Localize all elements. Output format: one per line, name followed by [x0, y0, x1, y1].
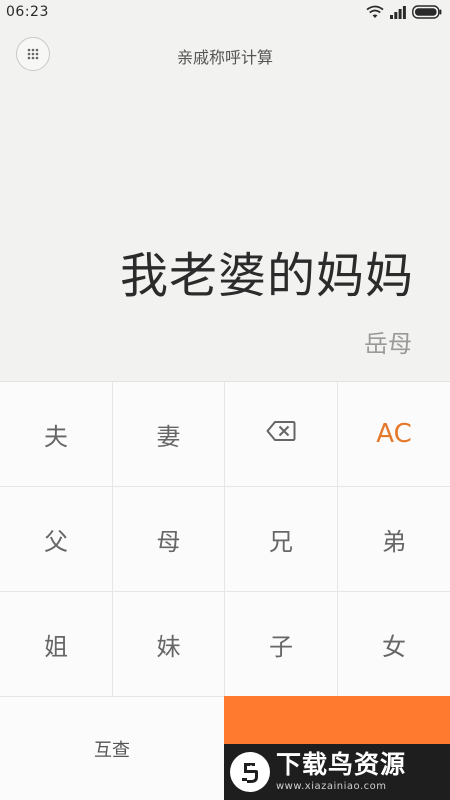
key-daughter[interactable]: 女	[338, 592, 450, 697]
result-display: 岳母	[364, 330, 412, 358]
status-time: 06:23	[6, 4, 49, 20]
key-son[interactable]: 子	[225, 592, 338, 697]
key-husband[interactable]: 夫	[0, 382, 113, 487]
key-elder-brother[interactable]: 兄	[225, 487, 338, 592]
watermark-banner: 下载鸟资源 www.xiazainiao.com	[224, 744, 450, 800]
bird-logo-icon	[230, 752, 270, 792]
wifi-icon	[366, 4, 384, 23]
display-area: 亲戚称呼计算 我老婆的妈妈 岳母	[0, 26, 450, 381]
page-title: 亲戚称呼计算	[176, 48, 273, 67]
key-mother[interactable]: 母	[113, 487, 225, 592]
backspace-icon	[266, 420, 296, 448]
watermark-title: 下载鸟资源	[276, 750, 407, 780]
clear-all-button[interactable]: AC	[338, 382, 450, 487]
key-wife[interactable]: 妻	[113, 382, 225, 487]
swap-button[interactable]: 互查	[0, 696, 224, 800]
key-younger-sister[interactable]: 妹	[113, 592, 225, 697]
expression-display: 我老婆的妈妈	[119, 248, 414, 304]
key-elder-sister[interactable]: 姐	[0, 592, 113, 697]
status-icons	[366, 4, 442, 23]
key-younger-brother[interactable]: 弟	[338, 487, 450, 592]
backspace-button[interactable]	[225, 382, 338, 487]
signal-icon	[390, 4, 406, 23]
watermark-url: www.xiazainiao.com	[276, 780, 387, 792]
watermark-text: 下载鸟资源 www.xiazainiao.com	[276, 750, 407, 792]
app: 06:23 亲戚称呼计算 我老婆的妈妈 岳母 夫 妻 AC 父 母 兄 弟 姐 …	[0, 0, 450, 800]
status-bar: 06:23	[0, 0, 450, 26]
key-father[interactable]: 父	[0, 487, 113, 592]
battery-icon	[412, 4, 442, 23]
keypad: 夫 妻 AC 父 母 兄 弟 姐 妹 子 女	[0, 381, 450, 697]
